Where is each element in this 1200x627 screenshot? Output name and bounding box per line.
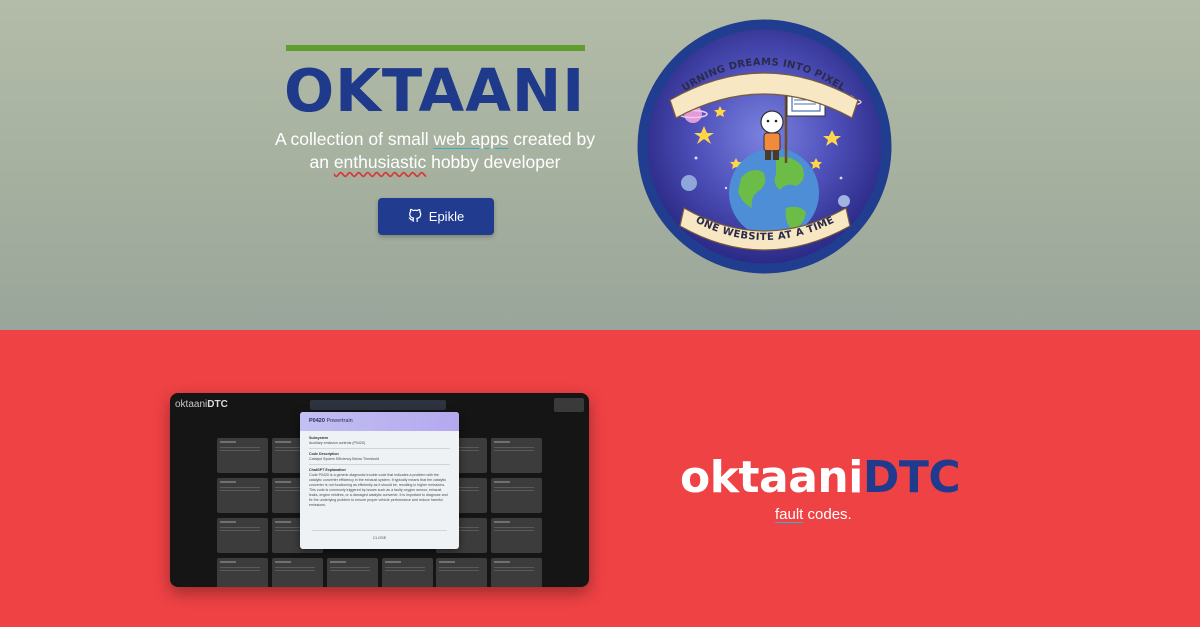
tagline-misspelled-word: enthusiastic [333, 152, 427, 172]
app-screenshot-preview[interactable]: oktaaniDTC P0420 Powertrain Subsystem Au… [170, 393, 589, 587]
list-item [491, 518, 542, 553]
list-item [491, 558, 542, 587]
hero-badge-illustration: TURNING DREAMS INTO PIXELS ONE WEBSITE A… [636, 18, 892, 274]
product-subtitle: fault codes. [775, 506, 852, 523]
hero-section: OKTAANI A collection of small web apps c… [0, 0, 1200, 330]
list-item [436, 558, 487, 587]
list-item [491, 438, 542, 473]
github-icon [408, 208, 422, 225]
modal-header: P0420 Powertrain [300, 412, 459, 431]
brand-title: OKTAANI [284, 56, 586, 125]
list-item [217, 438, 268, 473]
list-item [491, 478, 542, 513]
list-item [217, 478, 268, 513]
github-button[interactable]: Epikle [378, 198, 494, 235]
modal-close-button: CLOSE [312, 530, 447, 543]
list-item [272, 558, 323, 587]
list-item [327, 558, 378, 587]
product-title: oktaaniDTC [680, 452, 961, 503]
screenshot-code-modal: P0420 Powertrain Subsystem Auxiliary emi… [300, 412, 459, 549]
tagline: A collection of small web apps created b… [274, 129, 596, 172]
github-button-label: Epikle [428, 209, 465, 224]
brand-accent-bar [286, 45, 585, 51]
modal-body: Subsystem Auxiliary emission controls (P… [300, 431, 459, 508]
list-item [217, 558, 268, 587]
list-item [382, 558, 433, 587]
tagline-link-web-apps[interactable]: web apps [434, 129, 509, 149]
list-item [217, 518, 268, 553]
promo-section: oktaaniDTC P0420 Powertrain Subsystem Au… [0, 330, 1200, 627]
